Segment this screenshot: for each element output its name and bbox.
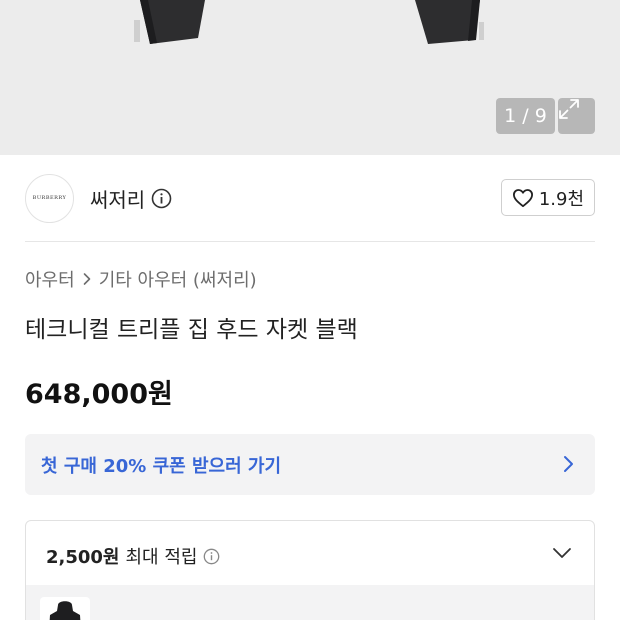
points-detail-row bbox=[26, 585, 594, 620]
coupon-banner[interactable]: 첫 구매 20% 쿠폰 받으러 가기 bbox=[25, 434, 595, 495]
chevron-right-icon bbox=[564, 456, 573, 472]
breadcrumb: 아우터 기타 아우터 (써저리) bbox=[25, 266, 257, 292]
points-amount: 2,500원 bbox=[46, 547, 120, 568]
product-price: 648,000원 bbox=[25, 379, 173, 410]
heart-icon bbox=[512, 188, 533, 207]
image-counter: 1 / 9 bbox=[496, 98, 555, 134]
info-icon[interactable] bbox=[203, 548, 220, 565]
info-icon[interactable] bbox=[151, 188, 172, 209]
divider bbox=[25, 241, 595, 242]
coupon-label: 첫 구매 20% 쿠폰 받으러 가기 bbox=[41, 455, 282, 477]
breadcrumb-subcategory[interactable]: 기타 아우터 (써저리) bbox=[99, 266, 257, 292]
like-count: 1.9천 bbox=[538, 188, 584, 210]
points-header: 2,500원 최대 적립 bbox=[46, 543, 220, 569]
brand-row: BURBERRY 써저리 1.9천 bbox=[25, 173, 595, 223]
chevron-down-icon[interactable] bbox=[552, 547, 572, 559]
chevron-right-icon bbox=[83, 273, 90, 285]
expand-icon bbox=[559, 99, 579, 119]
breadcrumb-category[interactable]: 아우터 bbox=[25, 266, 75, 292]
points-label: 최대 적립 bbox=[125, 547, 198, 568]
expand-button[interactable] bbox=[558, 98, 595, 134]
points-accordion[interactable]: 2,500원 최대 적립 bbox=[25, 520, 595, 620]
product-image-gallery[interactable]: 1 / 9 bbox=[0, 0, 620, 155]
brand-name[interactable]: 써저리 bbox=[90, 184, 145, 213]
brand-logo-text: BURBERRY bbox=[32, 195, 67, 201]
product-thumbnail bbox=[40, 597, 90, 620]
product-title: 테크니컬 트리플 집 후드 자켓 블랙 bbox=[25, 317, 358, 343]
brand-logo[interactable]: BURBERRY bbox=[25, 173, 74, 223]
like-button[interactable]: 1.9천 bbox=[500, 179, 595, 216]
